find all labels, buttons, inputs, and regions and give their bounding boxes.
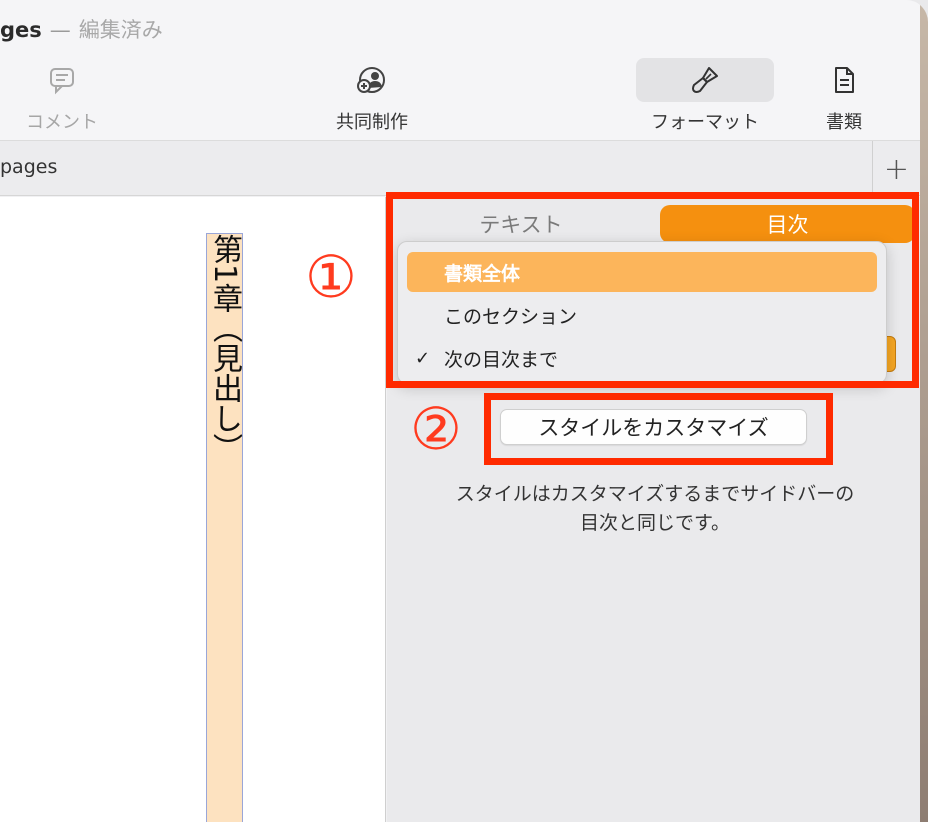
- document-tab-bar: pages +: [0, 140, 920, 197]
- document-icon: [775, 58, 913, 102]
- window-edge: [920, 0, 928, 822]
- comment-icon: [0, 58, 131, 102]
- comment-label: コメント: [26, 112, 98, 133]
- paintbrush-icon: [636, 58, 774, 102]
- chapter-heading: 第1章（見出し）: [207, 234, 242, 464]
- description-line-2: 目次と同じです。: [579, 512, 731, 534]
- collaborate-label: 共同制作: [336, 112, 408, 133]
- annotation-marker-1: ①: [305, 243, 357, 311]
- comment-button[interactable]: コメント: [0, 58, 131, 134]
- annotation-box-1: [386, 192, 919, 388]
- selected-heading-textbox[interactable]: 第1章（見出し）: [206, 233, 243, 822]
- format-label: フォーマット: [651, 112, 759, 133]
- annotation-marker-2: ②: [410, 395, 462, 463]
- document-button[interactable]: 書類: [775, 58, 913, 134]
- app-name: ges: [0, 18, 42, 42]
- collaborate-icon: [303, 58, 441, 102]
- title-separator: —: [49, 18, 71, 42]
- style-description: スタイルはカスタマイズするまでサイドバーの 目次と同じです。: [410, 480, 900, 538]
- title-bar: ges — 編集済み コメント 共同制作 フォーマット 書類: [0, 0, 920, 140]
- document-label: 書類: [826, 112, 862, 133]
- description-line-1: スタイルはカスタマイズするまでサイドバーの: [455, 483, 855, 505]
- format-button[interactable]: フォーマット: [636, 58, 774, 134]
- pages-window: ges — 編集済み コメント 共同制作 フォーマット 書類 pages + 第…: [0, 0, 928, 822]
- annotation-box-2: [484, 393, 833, 465]
- window-title: ges — 編集済み: [0, 14, 163, 44]
- edit-status: 編集済み: [78, 18, 163, 42]
- document-tab[interactable]: pages: [0, 156, 57, 178]
- add-tab-button[interactable]: +: [872, 141, 920, 197]
- collaborate-button[interactable]: 共同制作: [303, 58, 441, 134]
